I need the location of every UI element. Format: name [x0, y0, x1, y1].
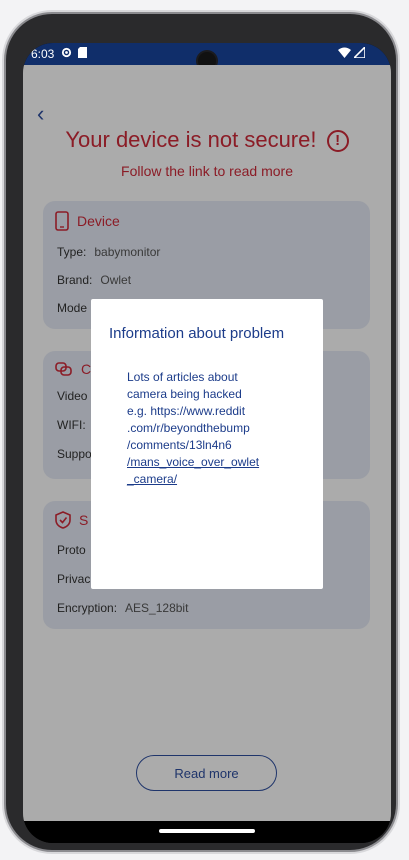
dialog-body: Lots of articles about camera being hack…: [127, 369, 307, 488]
article-link[interactable]: /mans_voice_over_owlet: [127, 454, 307, 471]
dialog-title: Information about problem: [109, 325, 285, 342]
wifi-icon: [338, 47, 351, 61]
system-nav-bar: [23, 821, 391, 843]
article-link[interactable]: _camera/: [127, 471, 307, 488]
dialog-text-line: camera being hacked: [127, 387, 242, 401]
signal-icon: [352, 45, 366, 61]
dialog-text-line: /comments/13ln4n6: [127, 438, 232, 452]
status-right: [338, 45, 366, 61]
problem-info-dialog: Information about problem Lots of articl…: [91, 299, 323, 589]
dialog-text-line: e.g. https://www.reddit: [127, 404, 246, 418]
app-content: ‹ Your device is not secure! ! Follow th…: [23, 65, 391, 821]
sd-card-status-icon: [78, 47, 88, 61]
status-time: 6:03: [31, 47, 55, 61]
screen: 6:03 ‹ Your device is not secure! ! Foll…: [23, 43, 391, 843]
dialog-text-line: Lots of articles about: [127, 370, 238, 384]
dialog-text-line: .com/r/beyondthebump: [127, 421, 250, 435]
phone-frame: 6:03 ‹ Your device is not secure! ! Foll…: [6, 14, 396, 850]
settings-status-icon: [61, 47, 72, 61]
home-gesture-handle[interactable]: [159, 829, 255, 833]
